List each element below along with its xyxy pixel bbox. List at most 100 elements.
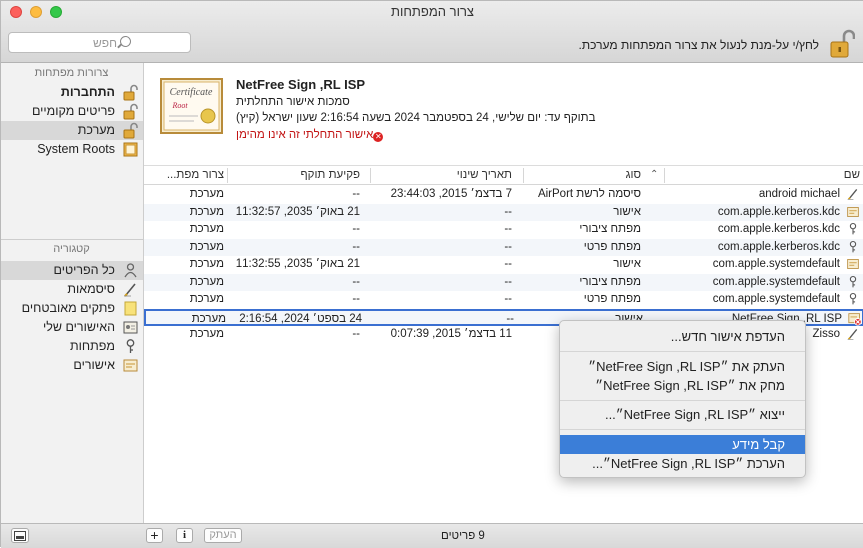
- certificate-expiry: בתוקף עד: יום שלישי, 24 בספטמבר 2024 בשע…: [236, 112, 596, 124]
- info-button[interactable]: i: [176, 528, 193, 543]
- cell-name: android michael: [758, 188, 840, 200]
- bottom-bar: + i העתק 9 פריטים: [1, 523, 863, 548]
- table-row[interactable]: מערכת 21 באוק׳ 2035, 11:32:55 -- אישור com.a…: [144, 256, 863, 273]
- table-row[interactable]: מערכת -- -- מפתח ציבורי com.apple.systemdefa…: [144, 273, 863, 291]
- cell-modified: --: [504, 223, 512, 235]
- column-kind[interactable]: סוג: [529, 169, 641, 181]
- cell-expires: --: [352, 328, 360, 340]
- menu-separator: [560, 400, 805, 401]
- sidebar-category-item[interactable]: האישורים שלי: [1, 318, 143, 337]
- table-row[interactable]: מערכת 21 באוק׳ 2035, 11:32:57 -- אישור com.a…: [144, 203, 863, 221]
- cell-expires: --: [352, 240, 360, 253]
- cell-keychain: מערכת: [191, 312, 226, 325]
- menu-separator: [560, 351, 805, 352]
- sidebar-category-label: כל הפריטים: [53, 263, 115, 277]
- cell-name: com.apple.kerberos.kdc: [717, 223, 840, 235]
- cell-keychain: מערכת: [189, 188, 224, 200]
- item-count: 9 פריטים: [441, 530, 485, 542]
- certificate-image-root: Root: [171, 101, 188, 110]
- key-icon: [846, 240, 860, 254]
- lock-icon: [122, 122, 139, 139]
- cell-keychain: מערכת: [189, 258, 224, 270]
- cell-keychain: מערכת: [189, 223, 224, 235]
- cell-name: com.apple.systemdefault: [712, 275, 840, 288]
- table-row[interactable]: מערכת -- -- מפתח ציבורי com.apple.kerberos.k…: [144, 221, 863, 238]
- keychain-window: צרור המפתחות חפש לחץ/י על-מנת לנעול את צ…: [0, 0, 863, 548]
- sidebar-category-item[interactable]: כל הפריטים: [1, 261, 143, 280]
- cell-modified: 7 בדצמ׳ 2015, 23:44:03: [390, 188, 512, 200]
- sidebar-category-item[interactable]: אישורים: [1, 356, 143, 375]
- error-icon: ✕: [373, 132, 384, 142]
- sidebar-category-item[interactable]: פתקים מאובטחים: [1, 299, 143, 318]
- cell-modified: --: [506, 312, 514, 325]
- sidebar-keychain-item[interactable]: פריטים מקומיים: [1, 102, 143, 121]
- cell-kind: מפתח ציבורי: [579, 275, 641, 288]
- sidebar-keychain-item[interactable]: מערכת: [1, 121, 143, 140]
- menu-item-get-info[interactable]: קבל מידע: [560, 435, 805, 454]
- key-icon: [846, 292, 860, 306]
- add-item-button[interactable]: +: [146, 528, 163, 543]
- sidebar: צרורות מפתחות התחברות פריטים מקומיים מערכת…: [1, 63, 144, 523]
- menu-item-evaluate[interactable]: הערכת ״NetFree Sign ,RL ISP״...: [560, 454, 805, 473]
- certificate-image-icon: Certificate Root: [160, 78, 223, 134]
- copy-button[interactable]: העתק: [204, 528, 242, 543]
- certificate-detail: Certificate Root NetFree Sign ,RL ISP סמ…: [144, 63, 863, 166]
- sidebar-category-item[interactable]: סיסמאות: [1, 280, 143, 299]
- cell-keychain: מערכת: [189, 328, 224, 340]
- sidebar-keychain-label: System Roots: [37, 142, 115, 156]
- cell-expires: 24 בספט׳ 2024, 2:16:54: [239, 312, 362, 325]
- cell-keychain: מערכת: [189, 205, 224, 218]
- note-icon: [122, 300, 139, 317]
- table-header: צרור מפת... פקיעת תוקף תאריך שינוי סוג ⌃…: [144, 166, 863, 185]
- column-divider: [227, 168, 228, 183]
- table-row[interactable]: מערכת -- 7 בדצמ׳ 2015, 23:44:03 סיסמה לרשת …: [144, 186, 863, 203]
- cell-expires: 21 באוק׳ 2035, 11:32:55: [235, 258, 360, 270]
- sidebar-category-label: פתקים מאובטחים: [21, 301, 115, 315]
- cell-name: com.apple.systemdefault: [712, 293, 840, 305]
- cell-modified: --: [504, 293, 512, 305]
- pen-icon: [122, 281, 139, 298]
- cell-keychain: מערכת: [189, 240, 224, 253]
- table-row[interactable]: מערכת -- -- מפתח פרטי com.apple.kerberos.kdc: [144, 238, 863, 256]
- sidebar-keychain-label: מערכת: [77, 123, 115, 137]
- key-icon: [122, 338, 139, 355]
- sidebar-keychain-item[interactable]: התחברות: [1, 83, 143, 102]
- search-icon: [120, 36, 131, 47]
- sidebar-category-label: סיסמאות: [67, 282, 115, 296]
- invalid-certificate-icon: [848, 312, 862, 326]
- certificate-warning-text: אישור התחלתי זה אינו מהימן: [236, 129, 374, 141]
- menu-item-export[interactable]: ייצוא ״NetFree Sign ,RL ISP״...: [560, 405, 805, 424]
- unlocked-padlock-icon[interactable]: [829, 29, 855, 59]
- search-placeholder: חפש: [93, 36, 117, 50]
- sidebar-category-item[interactable]: מפתחות: [1, 337, 143, 356]
- column-divider: [523, 168, 524, 183]
- cell-name: com.apple.kerberos.kdc: [717, 240, 840, 253]
- column-modified[interactable]: תאריך שינוי: [376, 169, 512, 181]
- column-name[interactable]: שם: [674, 169, 860, 181]
- column-divider: [370, 168, 371, 183]
- certificate-warning: ✕אישור התחלתי זה אינו מהימן: [236, 129, 536, 142]
- sidebar-keychain-item[interactable]: System Roots: [1, 140, 143, 159]
- lock-icon: [122, 84, 139, 101]
- pen-icon: [846, 327, 860, 341]
- menu-item-new-certificate-preference[interactable]: העדפת אישור חדש...: [560, 327, 805, 346]
- sidebar-category-label: האישורים שלי: [42, 320, 115, 334]
- cell-kind: מפתח פרטי: [583, 240, 641, 253]
- column-keychain[interactable]: צרור מפת...: [152, 169, 224, 181]
- cell-name: com.apple.kerberos.kdc: [717, 205, 840, 218]
- sidebar-category-label: מפתחות: [70, 339, 115, 353]
- key-icon: [846, 222, 860, 236]
- menu-item-delete[interactable]: מחק את ״NetFree Sign ,RL ISP״: [560, 376, 805, 395]
- table-row[interactable]: מערכת -- -- מפתח פרטי com.apple.systemdefaul…: [144, 291, 863, 308]
- search-input[interactable]: חפש: [8, 32, 191, 53]
- sidebar-keychain-label: התחברות: [60, 85, 115, 99]
- menu-item-copy[interactable]: העתק את ״NetFree Sign ,RL ISP״: [560, 357, 805, 376]
- cell-kind: אישור: [613, 205, 641, 218]
- show-sidebar-button[interactable]: [11, 528, 29, 543]
- certificate-icon: [846, 205, 860, 219]
- cell-keychain: מערכת: [189, 275, 224, 288]
- cell-keychain: מערכת: [189, 293, 224, 305]
- column-expires[interactable]: פקיעת תוקף: [232, 169, 361, 181]
- cell-kind: מפתח ציבורי: [579, 223, 641, 235]
- lock-icon: [122, 103, 139, 120]
